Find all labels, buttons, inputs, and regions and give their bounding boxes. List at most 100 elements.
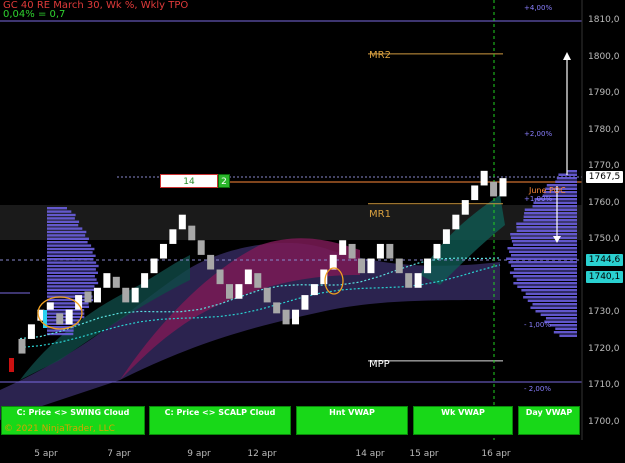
wk-vwap-button[interactable]: Wk VWAP xyxy=(413,406,513,435)
tpo-profile-bar xyxy=(511,240,577,243)
tpo-profile-bar xyxy=(47,247,95,251)
tpo-profile-bar xyxy=(516,226,577,229)
hnt-vwap-button[interactable]: Hnt VWAP xyxy=(296,406,408,435)
candle xyxy=(367,258,375,274)
candle xyxy=(141,273,149,288)
candle xyxy=(216,269,224,285)
tpo-profile-bar xyxy=(47,264,99,268)
price-tick-label: 1710,0 xyxy=(588,380,620,391)
tpo-profile-bar xyxy=(513,268,577,271)
candle xyxy=(235,284,243,299)
tpo-profile-bar xyxy=(553,331,577,334)
candle xyxy=(244,269,252,285)
vwap-upper-box: 1744,6 xyxy=(586,254,623,266)
tpo-profile-bar xyxy=(509,271,577,274)
tpo-profile-bar xyxy=(521,289,577,292)
candle xyxy=(254,273,262,288)
poc-label: June POC xyxy=(529,186,566,195)
percent-level-label: - 2,00% xyxy=(524,385,551,393)
candle xyxy=(386,243,394,259)
tpo-profile-bar xyxy=(47,230,87,234)
tpo-profile-bar xyxy=(523,215,577,218)
price-tick-label: 1780,0 xyxy=(588,124,620,135)
price-tick-label: 1770,0 xyxy=(588,161,620,172)
candle xyxy=(27,324,35,339)
price-tick-label: 1700,0 xyxy=(588,417,620,427)
candle xyxy=(197,240,205,255)
tpo-profile-bar xyxy=(559,334,577,337)
tpo-profile-bar xyxy=(524,212,577,215)
tpo-profile-bar xyxy=(535,310,577,313)
candle xyxy=(292,309,300,325)
tpo-profile-bar xyxy=(47,213,76,217)
price-tick-label: 1730,0 xyxy=(588,307,620,318)
tpo-profile-bar xyxy=(47,254,96,257)
candle xyxy=(188,225,196,241)
tpo-profile-bar xyxy=(47,217,75,220)
candle xyxy=(159,243,167,259)
tpo-profile-bar xyxy=(511,254,577,257)
tpo-value-box: 14 xyxy=(160,174,218,188)
candle xyxy=(442,229,450,244)
candle xyxy=(18,338,26,354)
tpo-profile-bar xyxy=(540,313,577,316)
candle xyxy=(461,200,469,215)
vwap-lower-box: 1740,1 xyxy=(586,271,623,283)
tpo-profile-bar xyxy=(508,261,577,264)
price-tick-label: 1750,0 xyxy=(588,234,620,245)
tpo-profile-bar xyxy=(523,296,577,299)
tpo-profile-bar xyxy=(507,247,577,250)
price-tick-label: 1800,0 xyxy=(588,51,620,62)
candle xyxy=(433,243,441,259)
tpo-profile-bar xyxy=(47,268,96,271)
candle xyxy=(122,287,130,303)
tpo-profile-bar xyxy=(523,219,577,222)
candle xyxy=(93,287,101,303)
candle xyxy=(405,273,413,288)
candle xyxy=(273,302,281,314)
candle xyxy=(452,214,460,230)
tpo-profile-bar xyxy=(558,173,577,176)
tpo-profile-bar xyxy=(511,264,577,267)
tpo-profile-bar xyxy=(555,327,577,330)
tpo-profile-bar xyxy=(47,241,88,244)
price-tick-label: 1720,0 xyxy=(588,343,620,354)
tpo-profile-bar xyxy=(525,292,577,295)
up-arrow-head xyxy=(563,52,571,60)
tpo-profile-bar xyxy=(530,306,577,309)
tpo-profile-bar xyxy=(47,207,67,210)
tpo-profile-bar xyxy=(47,278,97,281)
candle xyxy=(131,287,139,303)
tpo-profile-bar xyxy=(47,244,92,247)
tpo-profile-bar xyxy=(545,317,577,320)
candle xyxy=(471,185,479,201)
tpo-profile-bar xyxy=(47,281,99,285)
price-tick-label: 1760,0 xyxy=(588,197,620,208)
tpo-profile-bar xyxy=(47,271,98,274)
candle xyxy=(480,170,488,186)
tpo-profile-bar xyxy=(516,229,577,232)
candle xyxy=(414,273,422,288)
chart-canvas[interactable] xyxy=(0,0,625,463)
date-tick-label: 14 apr xyxy=(355,449,385,459)
mr2-label: MR2 xyxy=(369,50,391,61)
scalp-cloud-button[interactable]: C: Price <> SCALP Cloud xyxy=(149,406,291,435)
candle xyxy=(376,243,384,259)
date-tick-label: 15 apr xyxy=(409,449,439,459)
candle xyxy=(112,276,120,288)
candle xyxy=(207,254,215,270)
red-marker xyxy=(9,358,14,372)
candle xyxy=(225,284,233,299)
percent-level-label: +2,00% xyxy=(524,130,553,138)
candle xyxy=(84,291,92,303)
candle xyxy=(169,229,177,244)
tpo-profile-bar xyxy=(47,258,94,261)
tpo-profile-bar xyxy=(532,303,577,306)
tpo-profile-bar xyxy=(47,220,80,223)
tpo-profile-bar xyxy=(47,275,95,278)
tpo-profile-bar xyxy=(47,251,93,254)
day-vwap-button[interactable]: Day VWAP xyxy=(518,406,580,435)
tpo-profile-bar xyxy=(510,233,577,236)
candle xyxy=(348,243,356,259)
tpo-profile-bar xyxy=(567,170,577,173)
